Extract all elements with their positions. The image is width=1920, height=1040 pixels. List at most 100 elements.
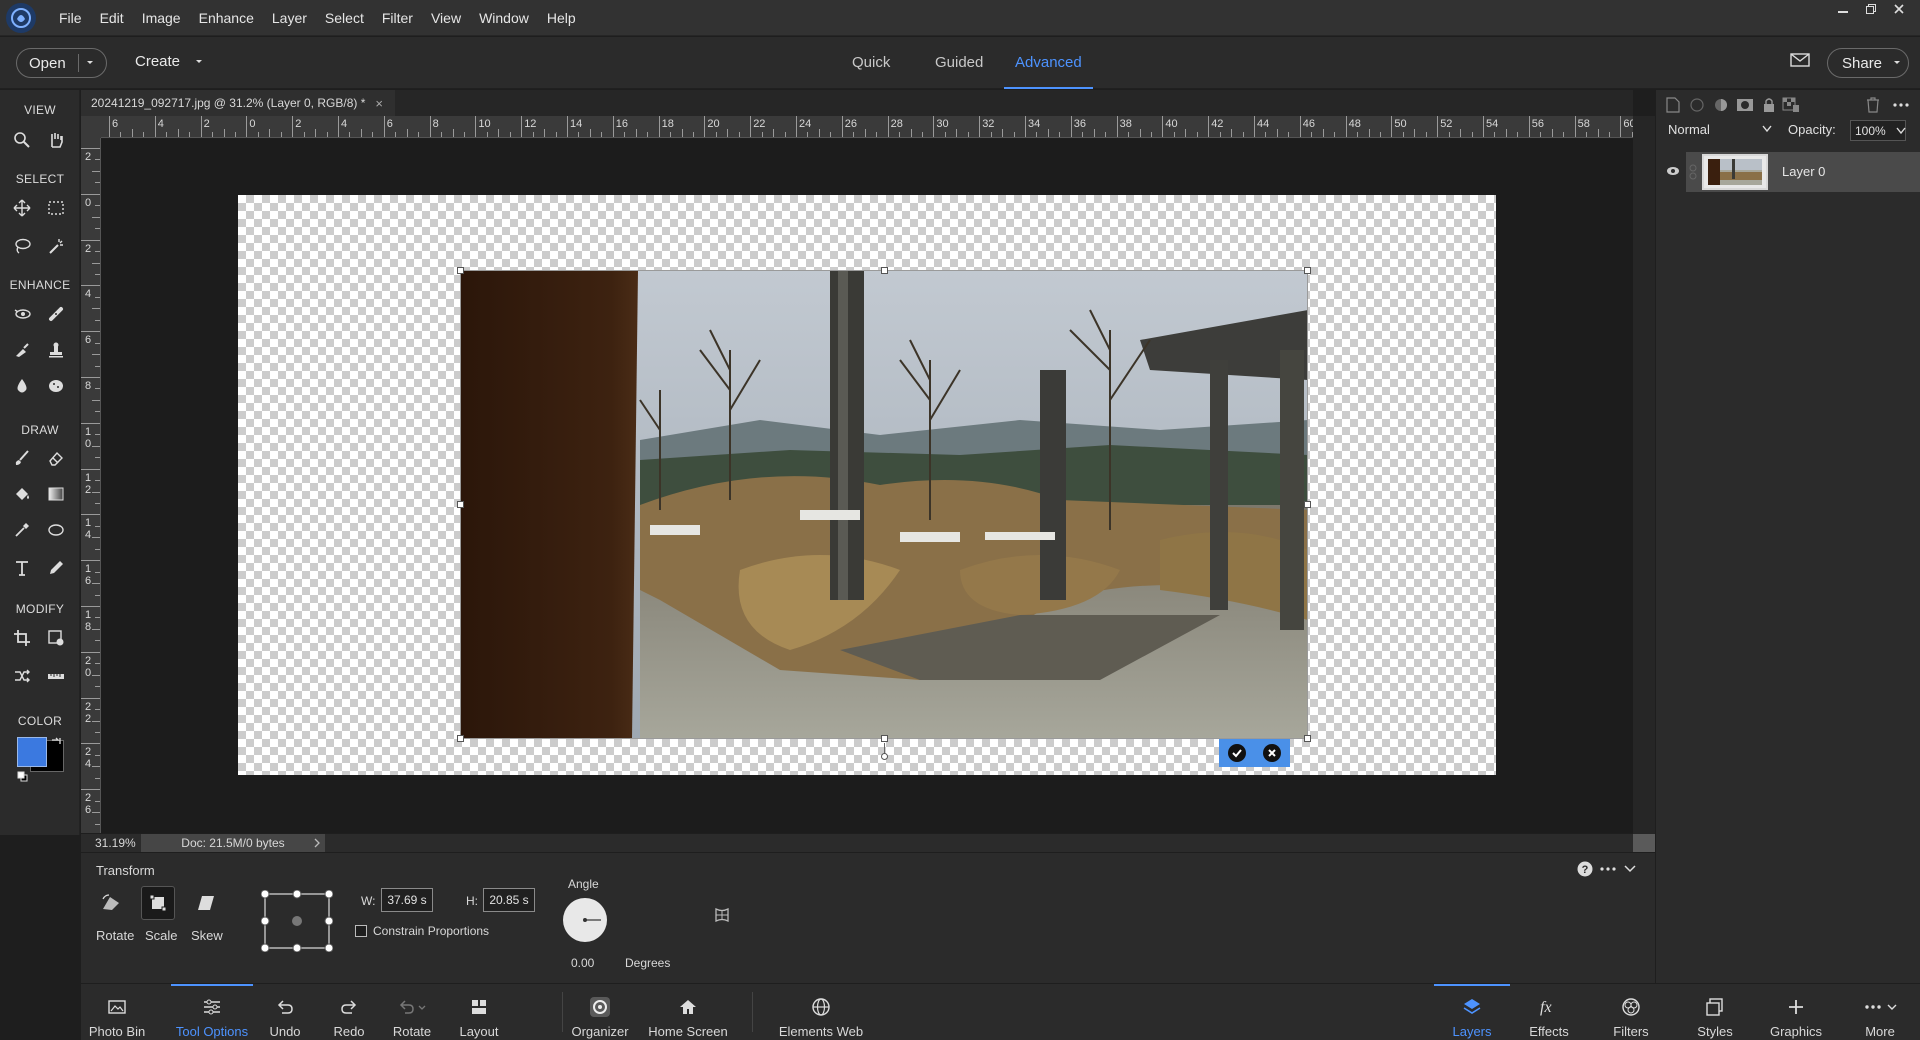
straighten-tool-icon[interactable] [42, 662, 70, 690]
clone-stamp-tool-icon[interactable] [42, 336, 70, 364]
filters-button[interactable]: Filters [1606, 984, 1656, 1040]
quick-selection-tool-icon[interactable] [42, 232, 70, 260]
undo-button[interactable]: Undo [265, 984, 305, 1040]
close-tab-icon[interactable]: × [375, 96, 383, 111]
menu-filter[interactable]: Filter [373, 0, 422, 36]
document-tab[interactable]: 20241219_092717.jpg @ 31.2% (Layer 0, RG… [81, 90, 395, 116]
sponge-tool-icon[interactable] [42, 372, 70, 400]
constrain-proportions-checkbox[interactable] [355, 925, 367, 937]
hand-tool-icon[interactable] [42, 126, 70, 154]
graphics-button[interactable]: Graphics [1768, 984, 1824, 1040]
spot-healing-tool-icon[interactable] [42, 300, 70, 328]
delete-layer-icon[interactable] [1864, 96, 1882, 114]
vertical-scrollbar[interactable] [1633, 116, 1655, 835]
tab-guided[interactable]: Guided [935, 37, 983, 89]
zoom-tool-icon[interactable] [8, 126, 36, 154]
visibility-eye-icon[interactable] [1666, 166, 1680, 176]
tab-quick[interactable]: Quick [852, 37, 890, 89]
panel-menu-icon[interactable] [1892, 96, 1910, 114]
handle-bottom-right[interactable] [1304, 735, 1311, 742]
swap-colors-icon[interactable] [50, 736, 62, 748]
height-field[interactable]: 20.85 s [483, 888, 535, 912]
skew-mode-icon[interactable] [189, 886, 223, 920]
minimize-icon[interactable] [1830, 0, 1856, 18]
new-group-icon[interactable] [1688, 96, 1706, 114]
adjustment-layer-icon[interactable] [1712, 96, 1730, 114]
layer-mask-icon[interactable] [1736, 96, 1754, 114]
blur-tool-icon[interactable] [8, 372, 36, 400]
warp-icon[interactable] [713, 906, 731, 924]
menu-enhance[interactable]: Enhance [190, 0, 263, 36]
menu-select[interactable]: Select [316, 0, 373, 36]
mail-icon[interactable] [1790, 52, 1810, 68]
commit-check-icon[interactable] [1227, 744, 1246, 762]
angle-dial[interactable] [563, 898, 607, 942]
home-screen-button[interactable]: Home Screen [648, 984, 728, 1040]
eyedropper-tool-icon[interactable] [8, 516, 36, 544]
effects-button[interactable]: fx Effects [1524, 984, 1574, 1040]
constrain-proportions-label[interactable]: Constrain Proportions [373, 924, 489, 938]
blend-mode-select[interactable]: Normal [1664, 118, 1776, 140]
chevron-right-icon[interactable] [313, 838, 321, 848]
ellipse-tool-icon[interactable] [42, 516, 70, 544]
rotate-mode-icon[interactable] [94, 886, 128, 920]
handle-top-center[interactable] [881, 267, 888, 274]
gradient-tool-icon[interactable] [42, 480, 70, 508]
styles-button[interactable]: Styles [1695, 984, 1735, 1040]
more-button[interactable]: More [1855, 984, 1905, 1040]
recompose-tool-icon[interactable] [42, 624, 70, 652]
collapse-panel-icon[interactable] [1624, 865, 1636, 873]
photo-bin-button[interactable]: Photo Bin [81, 984, 153, 1040]
handle-top-left[interactable] [457, 267, 464, 274]
layer-row[interactable]: Layer 0 [1686, 152, 1920, 192]
help-icon[interactable]: ? [1577, 861, 1593, 877]
menu-edit[interactable]: Edit [91, 0, 133, 36]
chevron-down-icon[interactable] [1896, 127, 1906, 135]
eraser-tool-icon[interactable] [42, 444, 70, 472]
lock-icon[interactable] [1760, 96, 1778, 114]
rotate-mode-label[interactable]: Rotate [96, 928, 134, 943]
cancel-x-icon[interactable] [1263, 744, 1282, 762]
lasso-tool-icon[interactable] [8, 232, 36, 260]
organizer-button[interactable]: Organizer [569, 984, 631, 1040]
scale-mode-icon[interactable] [141, 886, 175, 920]
redo-button[interactable]: Redo [330, 984, 368, 1040]
handle-bottom-center[interactable] [881, 735, 888, 742]
menu-help[interactable]: Help [538, 0, 585, 36]
rotate-button[interactable]: Rotate [387, 984, 437, 1040]
scale-mode-label[interactable]: Scale [145, 928, 178, 943]
zoom-level[interactable]: 31.19% [95, 836, 136, 850]
more-options-icon[interactable] [1600, 867, 1616, 871]
lock-transparency-icon[interactable] [1782, 96, 1800, 114]
paint-bucket-tool-icon[interactable] [8, 480, 36, 508]
menu-window[interactable]: Window [470, 0, 538, 36]
layer-name[interactable]: Layer 0 [1782, 164, 1825, 179]
marquee-tool-icon[interactable] [42, 194, 70, 222]
angle-value[interactable]: 0.00 [571, 956, 594, 970]
menu-view[interactable]: View [422, 0, 470, 36]
close-window-icon[interactable] [1886, 0, 1912, 18]
open-button[interactable]: Open [16, 48, 107, 78]
elements-web-button[interactable]: Elements Web [776, 984, 866, 1040]
default-colors-icon[interactable] [17, 771, 28, 782]
smart-brush-tool-icon[interactable] [8, 336, 36, 364]
layer-link-icon[interactable] [1688, 164, 1698, 180]
share-button[interactable]: Share [1827, 48, 1909, 78]
handle-top-right[interactable] [1304, 267, 1311, 274]
menu-image[interactable]: Image [133, 0, 190, 36]
menu-layer[interactable]: Layer [263, 0, 316, 36]
skew-mode-label[interactable]: Skew [191, 928, 223, 943]
new-layer-icon[interactable] [1664, 96, 1682, 114]
handle-bottom-left[interactable] [457, 735, 464, 742]
reference-point-locator[interactable] [261, 890, 333, 952]
rotate-handle[interactable] [881, 753, 888, 760]
pencil-tool-icon[interactable] [42, 554, 70, 582]
red-eye-tool-icon[interactable] [8, 300, 36, 328]
crop-tool-icon[interactable] [8, 624, 36, 652]
content-aware-move-tool-icon[interactable] [8, 662, 36, 690]
move-tool-icon[interactable] [8, 194, 36, 222]
foreground-color-swatch[interactable] [17, 737, 47, 767]
layers-panel-button[interactable]: Layers [1434, 984, 1510, 1040]
transform-bounding-box[interactable] [457, 267, 1311, 760]
restore-icon[interactable] [1858, 0, 1884, 18]
